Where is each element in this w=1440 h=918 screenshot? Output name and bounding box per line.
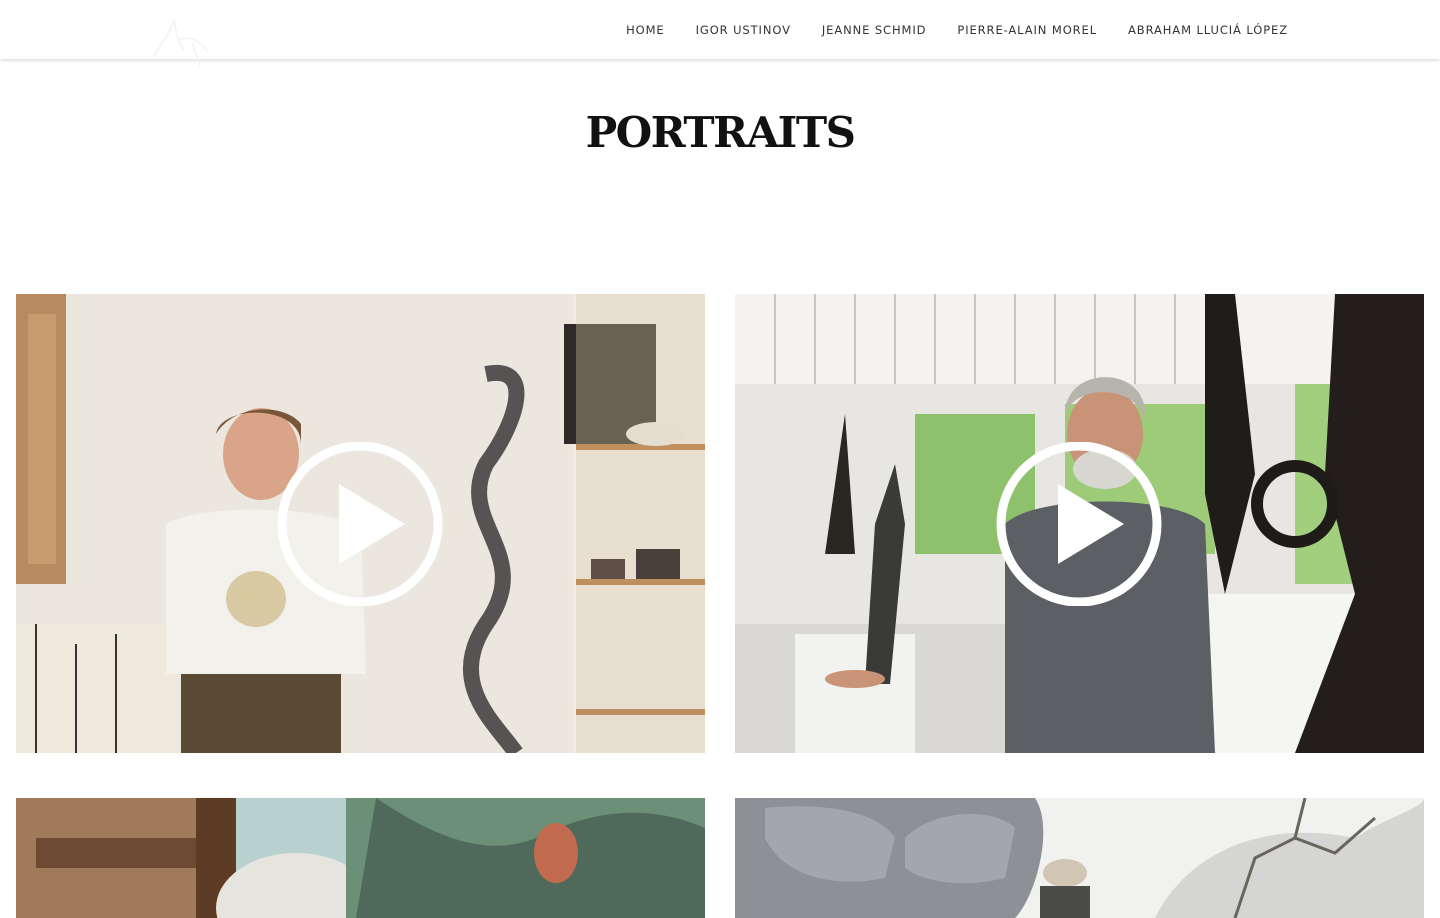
play-icon[interactable] (996, 442, 1162, 606)
video-portrait-1[interactable] (16, 294, 705, 753)
nav-abraham-llucia-lopez[interactable]: ABRAHAM LLUCIÁ LÓPEZ (1128, 23, 1288, 37)
video-portrait-3[interactable] (16, 798, 705, 918)
site-header: HOME IGOR USTINOV JEANNE SCHMID PIERRE-A… (0, 0, 1440, 67)
play-icon[interactable] (277, 442, 443, 606)
nav-pierre-alain-morel[interactable]: PIERRE-ALAIN MOREL (957, 23, 1097, 37)
signature-logo[interactable] (148, 12, 218, 72)
nav-igor-ustinov[interactable]: IGOR USTINOV (696, 23, 791, 37)
nav-jeanne-schmid[interactable]: JEANNE SCHMID (822, 23, 927, 37)
main-nav: HOME IGOR USTINOV JEANNE SCHMID PIERRE-A… (595, 0, 1288, 59)
video-portrait-4[interactable] (735, 798, 1424, 918)
page-title: PORTRAITS (585, 108, 856, 157)
video-thumbnail (735, 798, 1424, 918)
video-portrait-2[interactable] (735, 294, 1424, 753)
video-thumbnail (16, 798, 705, 918)
nav-home[interactable]: HOME (626, 23, 665, 37)
